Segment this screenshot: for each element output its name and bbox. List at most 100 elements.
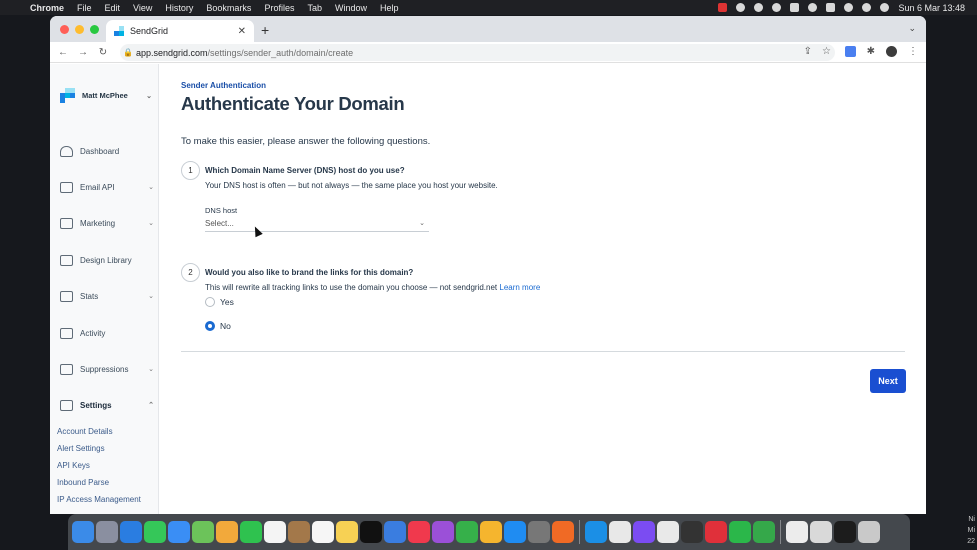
app-store-icon[interactable] xyxy=(504,521,526,543)
close-window-button[interactable] xyxy=(60,25,69,34)
gear-status-icon[interactable] xyxy=(736,3,746,12)
keynote-icon[interactable] xyxy=(384,521,406,543)
radio-option-no[interactable]: No xyxy=(205,321,231,331)
radio-no[interactable] xyxy=(205,321,215,331)
menu-chrome[interactable]: Chrome xyxy=(30,3,64,13)
finder-icon[interactable] xyxy=(72,521,94,543)
launchpad-icon[interactable] xyxy=(96,521,118,543)
textedit-icon[interactable] xyxy=(609,521,631,543)
battery-icon[interactable] xyxy=(826,3,836,12)
numbers-icon[interactable] xyxy=(456,521,478,543)
browser-window: SendGrid ✕ + ⌄ ← → ↻ 🔒 app.sendgrid.com /… xyxy=(50,16,926,514)
menu-file[interactable]: File xyxy=(77,3,92,13)
share-icon[interactable]: ⇪ xyxy=(804,46,812,57)
music-icon[interactable] xyxy=(408,521,430,543)
skype-icon[interactable] xyxy=(585,521,607,543)
breadcrumb[interactable]: Sender Authentication xyxy=(181,81,266,90)
mail-icon[interactable] xyxy=(168,521,190,543)
sidebar-item-activity[interactable]: Activity xyxy=(60,326,154,340)
menu-window[interactable]: Window xyxy=(335,3,367,13)
menu-tab[interactable]: Tab xyxy=(307,3,322,13)
menubar-clock[interactable]: Sun 6 Mar 13:48 xyxy=(898,3,965,13)
chrome-icon[interactable] xyxy=(657,521,679,543)
terminal-icon[interactable] xyxy=(834,521,856,543)
bookmark-star-icon[interactable]: ☆ xyxy=(822,46,831,57)
reminders-icon[interactable] xyxy=(312,521,334,543)
messenger-icon[interactable] xyxy=(633,521,655,543)
podcasts-icon[interactable] xyxy=(432,521,454,543)
sidebar-subitem-inbound-parse[interactable]: Inbound Parse xyxy=(57,478,109,487)
menu-history[interactable]: History xyxy=(165,3,193,13)
notes-icon[interactable] xyxy=(336,521,358,543)
minimize-window-button[interactable] xyxy=(75,25,84,34)
safari-icon[interactable] xyxy=(120,521,142,543)
macos-dock xyxy=(68,514,910,550)
messages-icon[interactable] xyxy=(144,521,166,543)
tab-title: SendGrid xyxy=(130,26,169,36)
wifi-icon[interactable] xyxy=(844,3,854,12)
control-center-icon[interactable] xyxy=(880,3,890,12)
translate-extension-icon[interactable] xyxy=(844,46,856,57)
profile-avatar-icon[interactable] xyxy=(886,46,897,57)
menu-edit[interactable]: Edit xyxy=(105,3,121,13)
menu-bookmarks[interactable]: Bookmarks xyxy=(206,3,251,13)
sidebar-subitem-alert-settings[interactable]: Alert Settings xyxy=(57,444,105,453)
sidebar-item-email-api[interactable]: Email API ⌄ xyxy=(60,180,154,194)
contacts-icon[interactable] xyxy=(288,521,310,543)
sidebar-item-design-library[interactable]: Design Library xyxy=(60,253,154,267)
play-status-icon[interactable] xyxy=(808,3,818,12)
sidebar-item-settings[interactable]: Settings ⌃ xyxy=(60,398,154,412)
browser-menu-icon[interactable]: ⋮ xyxy=(908,46,918,57)
printer-icon[interactable] xyxy=(681,521,703,543)
sidebar-item-dashboard[interactable]: Dashboard xyxy=(60,144,154,158)
document-stack-icon[interactable] xyxy=(810,521,832,543)
pages-icon[interactable] xyxy=(480,521,502,543)
sync-icon[interactable] xyxy=(754,3,764,12)
apple-tv-icon[interactable] xyxy=(360,521,382,543)
zoom-window-button[interactable] xyxy=(90,25,99,34)
code-editor-icon[interactable] xyxy=(753,521,775,543)
vlc-status-icon[interactable] xyxy=(790,3,800,12)
photos-icon[interactable] xyxy=(216,521,238,543)
sidebar-item-suppressions[interactable]: Suppressions ⌄ xyxy=(60,362,154,376)
lock-icon[interactable]: 🔒 xyxy=(120,48,136,57)
chat-status-icon[interactable] xyxy=(772,3,782,12)
facetime-icon[interactable] xyxy=(240,521,262,543)
new-tab-button[interactable]: + xyxy=(261,22,269,38)
firefox-icon[interactable] xyxy=(552,521,574,543)
sidebar-item-marketing[interactable]: Marketing ⌄ xyxy=(60,216,154,230)
forward-button[interactable]: → xyxy=(73,47,93,58)
maps-icon[interactable] xyxy=(192,521,214,543)
sendgrid-logo-icon xyxy=(60,88,75,103)
whatsapp-icon[interactable] xyxy=(729,521,751,543)
sidebar-subitem-ip-access-management[interactable]: IP Access Management xyxy=(57,495,141,504)
account-switcher[interactable]: Matt McPhee ⌄ xyxy=(60,88,152,103)
radio-option-yes[interactable]: Yes xyxy=(205,297,234,307)
sidebar-subitem-account-details[interactable]: Account Details xyxy=(57,427,113,436)
document-icon[interactable] xyxy=(786,521,808,543)
status-area: Sun 6 Mar 13:48 xyxy=(718,0,977,15)
back-button[interactable]: ← xyxy=(53,47,73,58)
sidebar-item-stats[interactable]: Stats ⌄ xyxy=(60,289,154,303)
url-path: /settings/sender_auth/domain/create xyxy=(207,47,354,58)
menu-help[interactable]: Help xyxy=(380,3,399,13)
close-tab-icon[interactable]: ✕ xyxy=(238,26,246,37)
reload-button[interactable]: ↻ xyxy=(93,47,113,58)
dns-host-select[interactable]: Select... ⌄ xyxy=(205,215,429,232)
menu-view[interactable]: View xyxy=(133,3,152,13)
menu-profiles[interactable]: Profiles xyxy=(264,3,294,13)
recording-icon[interactable] xyxy=(718,3,728,12)
next-button[interactable]: Next xyxy=(870,369,906,393)
extensions-puzzle-icon[interactable]: ✱ xyxy=(867,46,875,57)
system-preferences-icon[interactable] xyxy=(528,521,550,543)
sidebar-subitem-api-keys[interactable]: API Keys xyxy=(57,461,90,470)
browser-tab-sendgrid[interactable]: SendGrid ✕ xyxy=(106,20,254,42)
address-bar[interactable]: 🔒 app.sendgrid.com/settings/sender_auth/… xyxy=(120,44,835,61)
learn-more-link[interactable]: Learn more xyxy=(499,283,540,292)
trash-icon[interactable] xyxy=(858,521,880,543)
spotlight-search-icon[interactable] xyxy=(862,3,872,12)
radio-yes[interactable] xyxy=(205,297,215,307)
tab-search-chevron-icon[interactable]: ⌄ xyxy=(908,23,916,34)
calendar-icon[interactable] xyxy=(264,521,286,543)
git-app-icon[interactable] xyxy=(705,521,727,543)
